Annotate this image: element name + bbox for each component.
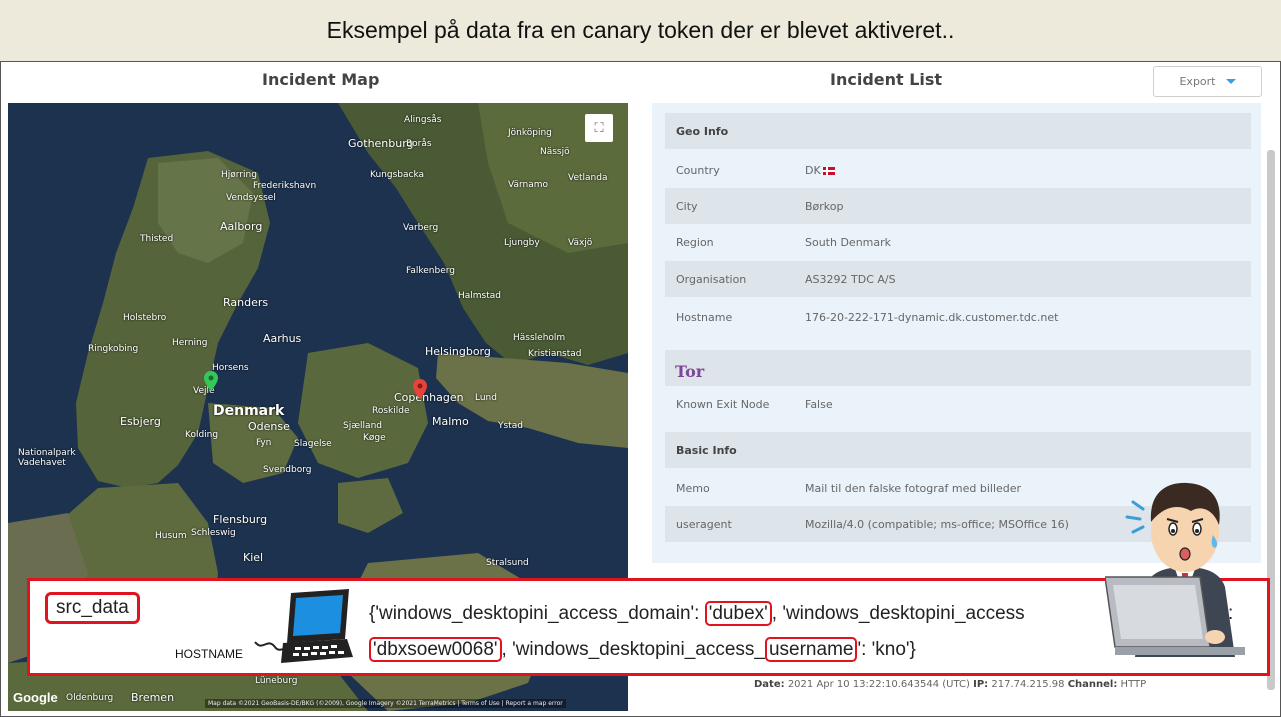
map-label: Ljungby — [504, 238, 540, 248]
table-row: Hostname 176-20-222-171-dynamic.dk.custo… — [665, 299, 1251, 335]
map-label: Kristianstad — [528, 349, 582, 359]
export-button[interactable]: Export — [1153, 66, 1262, 97]
incident-footer: Date: 2021 Apr 10 13:22:10.643544 (UTC) … — [754, 679, 1147, 690]
banner-text: Eksempel på data fra en canary token der… — [326, 17, 955, 43]
map-label: Jönköping — [508, 128, 552, 138]
map-label: Slagelse — [294, 439, 332, 449]
map-label: Fyn — [256, 438, 272, 448]
map-label: Husum — [155, 531, 187, 541]
map-label: Kungsbacka — [370, 170, 425, 180]
table-row: City Børkop — [665, 188, 1251, 224]
row-key: Memo — [676, 481, 710, 495]
map-pin-red-icon[interactable] — [413, 379, 427, 399]
section-basic-info: Basic Info — [665, 432, 1251, 468]
map-label: Nationalpark Vadehavet — [18, 448, 76, 468]
code-line-2: 'dbxsoew0068', 'windows_desktopini_acces… — [369, 637, 916, 662]
map-label: Halmstad — [458, 291, 501, 301]
highlight-username: username — [764, 637, 858, 662]
map-label: Herning — [172, 338, 208, 348]
row-key: Hostname — [676, 310, 733, 324]
map-pin-green-icon[interactable] — [204, 371, 218, 391]
map-label: Holstebro — [123, 313, 167, 323]
row-value: AS3292 TDC A/S — [805, 272, 896, 286]
map-label: Esbjerg — [120, 415, 161, 428]
fullscreen-icon[interactable]: ⛶ — [585, 114, 613, 142]
map-label: Stralsund — [486, 558, 529, 568]
map-label: Sjælland — [343, 421, 382, 431]
row-key: Organisation — [676, 272, 747, 286]
google-logo: Google — [13, 690, 58, 705]
map-label: Aarhus — [263, 332, 302, 345]
map-label: Ystad — [498, 421, 523, 431]
map-label: Ringkobing — [88, 344, 139, 354]
map-label: Varberg — [403, 223, 439, 233]
table-row: Country DK — [665, 152, 1251, 188]
slide-banner: Eksempel på data fra en canary token der… — [0, 0, 1281, 62]
caret-down-icon — [1225, 79, 1236, 84]
list-title: Incident List — [830, 70, 943, 89]
map-label: Falkenberg — [406, 266, 456, 276]
map-label: Copenhagen — [394, 391, 464, 404]
table-row: Organisation AS3292 TDC A/S — [665, 261, 1251, 297]
table-row: Region South Denmark — [665, 224, 1251, 260]
map-label: Oldenburg — [66, 693, 114, 703]
hostname-label: HOSTNAME — [175, 647, 244, 661]
row-value: 176-20-222-171-dynamic.dk.customer.tdc.n… — [805, 310, 1059, 324]
worried-person-illustration — [1105, 482, 1245, 657]
map-label: Gothenburg — [348, 137, 414, 150]
map-label: Roskilde — [372, 406, 410, 416]
map-label: Odense — [248, 420, 290, 433]
row-key: Region — [676, 235, 714, 249]
section-geo-info: Geo Info — [665, 113, 1251, 149]
denmark-flag-icon — [822, 166, 835, 175]
map-attribution[interactable]: Map data ©2021 GeoBasis-DE/BKG (©2009), … — [205, 699, 566, 708]
map-label: Bremen — [131, 691, 175, 704]
map-label: Malmo — [432, 415, 469, 428]
highlight-hostname: 'dbxsoew0068' — [369, 637, 502, 662]
map-label: Hjørring — [221, 170, 257, 180]
row-value: False — [805, 397, 833, 411]
map-label: Kolding — [185, 430, 219, 440]
map-label: Schleswig — [191, 528, 236, 538]
highlight-domain: 'dubex' — [704, 601, 772, 626]
map-label: Nässjö — [540, 147, 570, 157]
map-label: Helsingborg — [425, 345, 491, 358]
map-label: Borås — [406, 139, 432, 149]
map-label: Denmark — [213, 403, 285, 419]
row-key: City — [676, 199, 698, 213]
map-label: Thisted — [140, 234, 174, 244]
map-label: Hässleholm — [513, 333, 566, 343]
map-label: Kiel — [243, 551, 264, 564]
map-label: Aalborg — [220, 220, 263, 233]
tor-logo: Tor — [675, 362, 705, 381]
row-key: Country — [676, 163, 720, 177]
table-row: Known Exit Node False — [665, 386, 1251, 422]
src-data-callout — [27, 578, 1270, 676]
row-value: South Denmark — [805, 235, 892, 249]
map-label: Alingsås — [404, 115, 442, 125]
code-line-1: {'windows_desktopini_access_domain': 'du… — [369, 601, 1025, 626]
map-label: Køge — [363, 433, 386, 443]
row-value: Børkop — [805, 199, 844, 213]
row-key: Known Exit Node — [676, 397, 770, 411]
export-label: Export — [1179, 75, 1216, 88]
section-tor — [665, 350, 1251, 386]
map-title: Incident Map — [262, 70, 380, 89]
map-label: Lund — [475, 393, 497, 403]
map-label: Randers — [223, 296, 269, 309]
row-value: DK — [805, 164, 1251, 177]
map-label: Värnamo — [508, 180, 549, 190]
map-label: Vetlanda — [568, 173, 608, 183]
map-label: Växjö — [568, 238, 593, 248]
map-label: Flensburg — [213, 513, 268, 526]
src-data-label: src_data — [45, 592, 140, 624]
map-label: Frederikshavn — [253, 181, 317, 191]
map-label: Svendborg — [263, 465, 312, 475]
map-label: Vendsyssel — [226, 193, 276, 203]
map-label: Lüneburg — [255, 676, 298, 686]
row-key: useragent — [676, 517, 732, 531]
computer-icon — [254, 589, 353, 663]
